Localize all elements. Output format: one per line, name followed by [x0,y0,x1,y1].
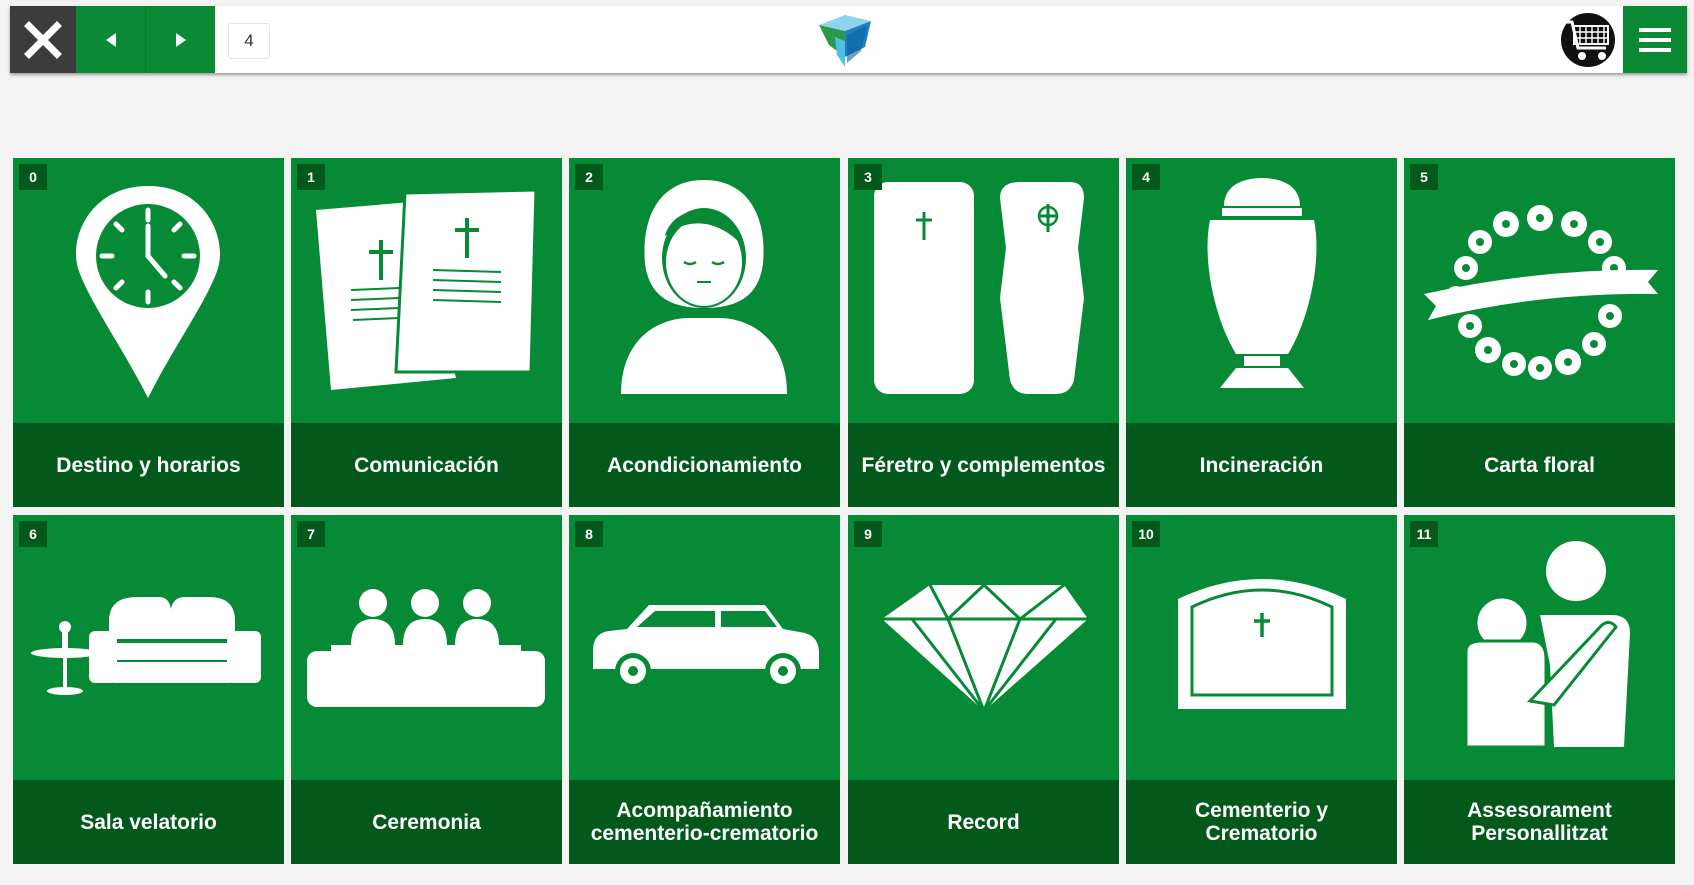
documents-cross-icon [291,158,562,423]
tile-number: 9 [854,521,882,547]
urn-icon [1126,158,1397,423]
tile-record[interactable]: 9 Record [848,515,1119,864]
tile-label: Carta floral [1404,423,1675,507]
tile-label: Acompañamiento cementerio-crematorio [569,780,840,864]
tile-sala-velatorio[interactable]: 6 Sala velatorio [13,515,284,864]
tile-number: 4 [1132,164,1160,190]
previous-button[interactable] [76,6,146,73]
tile-label: Sala velatorio [13,780,284,864]
tile-number: 3 [854,164,882,190]
location-clock-icon [13,158,284,423]
tile-label: Féretro y complementos [848,423,1119,507]
cube-logo [819,15,871,67]
triangle-right-icon [175,32,186,47]
tile-number: 5 [1410,164,1438,190]
flower-wreath-icon [1404,158,1675,423]
tile-acondicionamiento[interactable]: 2 Acondicionamiento [569,158,840,507]
tile-incineracion[interactable]: 4 Incineración [1126,158,1397,507]
tile-label: Incineración [1126,423,1397,507]
tile-number: 8 [575,521,603,547]
sofa-table-icon [13,515,284,780]
tile-label: Destino y horarios [13,423,284,507]
tile-number: 11 [1410,521,1438,547]
tile-ceremonia[interactable]: 7 Ceremonia [291,515,562,864]
tile-feretro-y-complementos[interactable]: 3 Féretro y complementos [848,158,1119,507]
tile-label: Ceremonia [291,780,562,864]
woman-portrait-icon [569,158,840,423]
close-button[interactable] [10,6,76,73]
audience-icon [291,515,562,780]
page-number: 4 [228,23,270,59]
coffins-icon [848,158,1119,423]
tile-number: 1 [297,164,325,190]
tile-label: Acondicionamiento [569,423,840,507]
tile-carta-floral[interactable]: 5 Carta floral [1404,158,1675,507]
tile-number: 0 [19,164,47,190]
limousine-icon [569,515,840,780]
menu-button[interactable] [1623,6,1687,73]
tile-label: Record [848,780,1119,864]
triangle-left-icon [105,32,116,47]
shopping-cart-icon[interactable] [1558,12,1618,68]
hamburger-menu-icon [1639,27,1671,52]
tile-comunicacion[interactable]: 1 Comunicación [291,158,562,507]
tile-cementerio-y-crematorio[interactable]: 10 Cementerio y Crematorio [1126,515,1397,864]
tile-destino-y-horarios[interactable]: 0 Destino y horarios [13,158,284,507]
close-icon [24,20,62,59]
tile-label: Assesorament Personallitzat [1404,780,1675,864]
tile-number: 6 [19,521,47,547]
tile-acompanamiento[interactable]: 8 Acompañamiento cementerio-crematorio [569,515,840,864]
tile-label: Cementerio y Crematorio [1126,780,1397,864]
tile-label: Comunicación [291,423,562,507]
top-toolbar: 4 [10,6,1687,73]
tile-number: 10 [1132,521,1160,547]
tile-number: 2 [575,164,603,190]
tombstone-icon [1126,515,1397,780]
consoling-people-icon [1404,515,1675,780]
tile-number: 7 [297,521,325,547]
diamond-icon [848,515,1119,780]
tile-assesorament-personallitzat[interactable]: 11 Assesorament Personallitzat [1404,515,1675,864]
next-button[interactable] [146,6,215,73]
